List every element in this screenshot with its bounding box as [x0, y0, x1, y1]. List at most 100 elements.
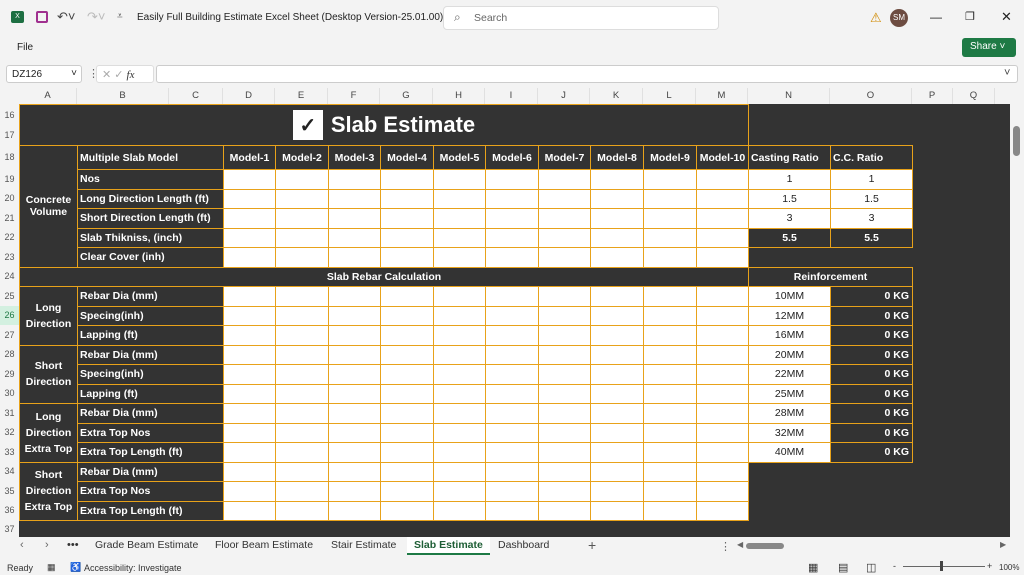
column-header-J[interactable]: J: [538, 88, 590, 104]
input-cell[interactable]: [538, 208, 591, 229]
macro-icon[interactable]: ▦: [47, 562, 56, 573]
input-cell[interactable]: [643, 188, 697, 209]
share-button[interactable]: Share ˅: [962, 38, 1016, 57]
input-cell[interactable]: [485, 344, 539, 365]
accessibility-status[interactable]: Accessibility: Investigate: [84, 563, 182, 573]
input-cell[interactable]: [433, 422, 486, 443]
input-cell[interactable]: [275, 403, 329, 424]
input-cell[interactable]: [380, 364, 434, 385]
input-cell[interactable]: [485, 305, 539, 326]
input-cell[interactable]: [380, 169, 434, 190]
input-cell[interactable]: [380, 422, 434, 443]
input-cell[interactable]: [223, 383, 276, 404]
input-cell[interactable]: [275, 442, 329, 463]
input-cell[interactable]: [643, 403, 697, 424]
input-cell[interactable]: [538, 422, 591, 443]
input-cell[interactable]: [590, 383, 644, 404]
column-header-L[interactable]: L: [643, 88, 696, 104]
input-cell[interactable]: [275, 481, 329, 502]
column-header-H[interactable]: H: [433, 88, 485, 104]
input-cell[interactable]: [328, 188, 381, 209]
input-cell[interactable]: [590, 500, 644, 521]
cc-ratio-value[interactable]: 1.5: [830, 188, 913, 209]
input-cell[interactable]: [485, 208, 539, 229]
input-cell[interactable]: [223, 188, 276, 209]
input-cell[interactable]: [223, 286, 276, 307]
input-cell[interactable]: [696, 286, 749, 307]
input-cell[interactable]: [590, 442, 644, 463]
input-cell[interactable]: [380, 247, 434, 268]
cc-ratio-value[interactable]: 3: [830, 208, 913, 229]
input-cell[interactable]: [643, 227, 697, 248]
input-cell[interactable]: [590, 305, 644, 326]
input-cell[interactable]: [696, 169, 749, 190]
input-cell[interactable]: [696, 481, 749, 502]
input-cell[interactable]: [590, 403, 644, 424]
cc-ratio-value[interactable]: 5.5: [830, 227, 913, 248]
zoom-out-button[interactable]: -: [893, 561, 896, 571]
next-sheet-icon[interactable]: ›: [45, 539, 49, 551]
column-header-I[interactable]: I: [485, 88, 538, 104]
column-header-A[interactable]: A: [19, 88, 77, 104]
input-cell[interactable]: [433, 364, 486, 385]
input-cell[interactable]: [275, 188, 329, 209]
tab-grade-beam-estimate[interactable]: Grade Beam Estimate: [95, 539, 198, 551]
input-cell[interactable]: [223, 227, 276, 248]
input-cell[interactable]: [538, 344, 591, 365]
input-cell[interactable]: [328, 169, 381, 190]
input-cell[interactable]: [223, 344, 276, 365]
input-cell[interactable]: [328, 227, 381, 248]
input-cell[interactable]: [275, 305, 329, 326]
input-cell[interactable]: [328, 364, 381, 385]
row-header-19[interactable]: 19: [0, 169, 19, 189]
column-header-B[interactable]: B: [77, 88, 169, 104]
input-cell[interactable]: [538, 442, 591, 463]
input-cell[interactable]: [696, 227, 749, 248]
input-cell[interactable]: [643, 461, 697, 482]
row-header-21[interactable]: 21: [0, 208, 19, 228]
input-cell[interactable]: [380, 442, 434, 463]
input-cell[interactable]: [328, 442, 381, 463]
input-cell[interactable]: [590, 461, 644, 482]
row-header-35[interactable]: 35: [0, 481, 19, 501]
input-cell[interactable]: [643, 383, 697, 404]
input-cell[interactable]: [485, 247, 539, 268]
input-cell[interactable]: [223, 500, 276, 521]
redo-icon[interactable]: ↷˅: [87, 9, 105, 25]
input-cell[interactable]: [223, 422, 276, 443]
input-cell[interactable]: [328, 247, 381, 268]
input-cell[interactable]: [696, 364, 749, 385]
minimize-button[interactable]: —: [930, 10, 942, 24]
input-cell[interactable]: [538, 500, 591, 521]
zoom-level[interactable]: 100%: [999, 563, 1019, 572]
casting-ratio-value[interactable]: 5.5: [748, 227, 831, 248]
name-box[interactable]: DZ126 ˅: [6, 65, 82, 83]
input-cell[interactable]: [590, 188, 644, 209]
input-cell[interactable]: [643, 305, 697, 326]
more-sheets-button[interactable]: •••: [67, 539, 79, 551]
row-header-26[interactable]: 26: [0, 305, 19, 325]
save-icon[interactable]: [36, 11, 48, 23]
input-cell[interactable]: [275, 422, 329, 443]
input-cell[interactable]: [275, 461, 329, 482]
add-sheet-button[interactable]: +: [588, 537, 596, 553]
input-cell[interactable]: [328, 325, 381, 346]
input-cell[interactable]: [485, 481, 539, 502]
restore-button[interactable]: ❐: [965, 10, 975, 23]
input-cell[interactable]: [485, 169, 539, 190]
input-cell[interactable]: [275, 169, 329, 190]
input-cell[interactable]: [643, 169, 697, 190]
undo-icon[interactable]: ↶˅: [57, 9, 75, 25]
page-layout-icon[interactable]: ▤: [838, 561, 848, 574]
input-cell[interactable]: [328, 208, 381, 229]
input-cell[interactable]: [485, 286, 539, 307]
input-cell[interactable]: [223, 247, 276, 268]
zoom-slider-thumb[interactable]: [940, 561, 943, 571]
input-cell[interactable]: [696, 442, 749, 463]
input-cell[interactable]: [223, 442, 276, 463]
tab-stair-estimate[interactable]: Stair Estimate: [331, 539, 396, 551]
search-box[interactable]: ⌕ Search: [443, 6, 719, 30]
input-cell[interactable]: [643, 325, 697, 346]
vertical-scrollbar[interactable]: [1010, 104, 1024, 537]
input-cell[interactable]: [275, 364, 329, 385]
